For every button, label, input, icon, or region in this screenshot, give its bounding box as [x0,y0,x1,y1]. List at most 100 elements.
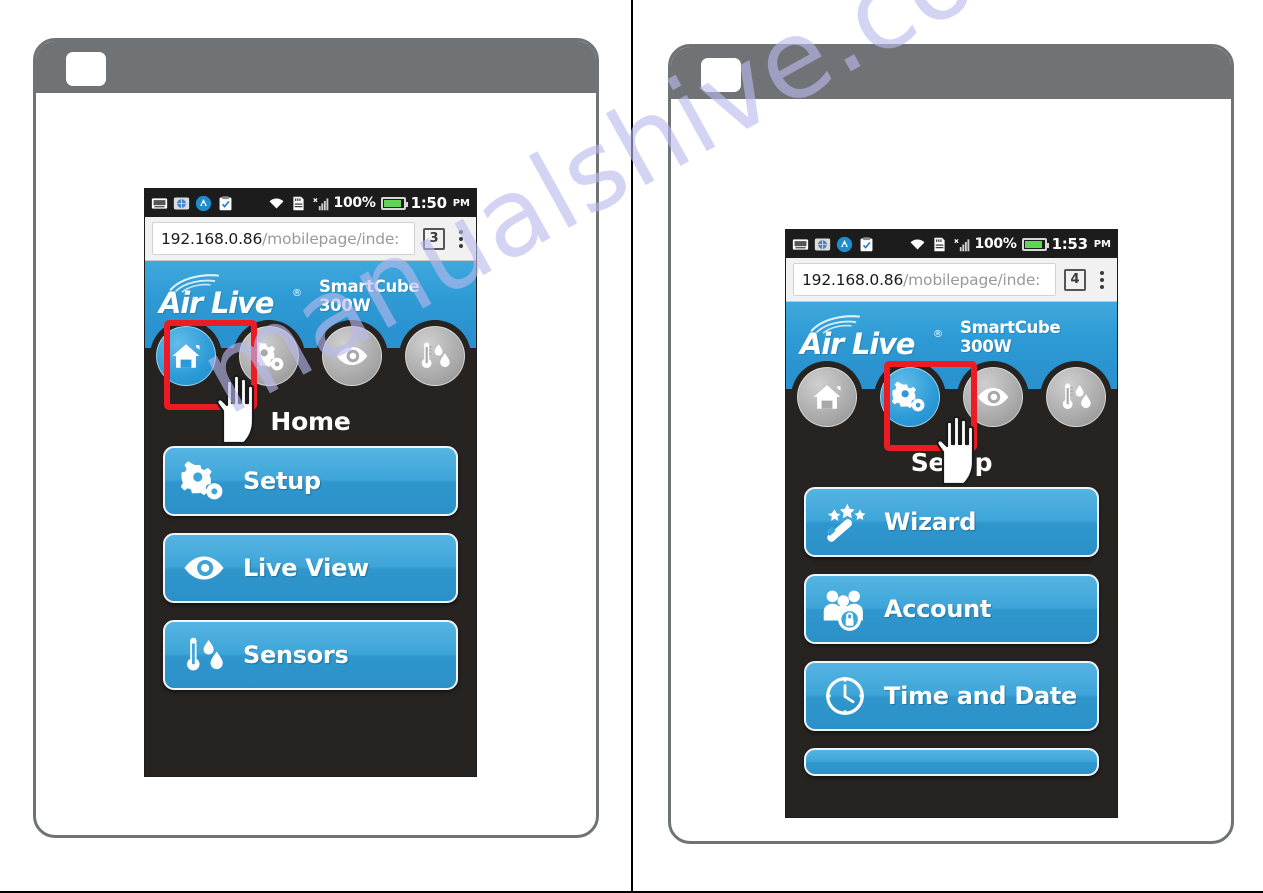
menu-button-label: Account [884,595,992,623]
nav-button-liveview[interactable] [962,367,1023,427]
statusbar-system-icons-right: 100% 1:53 PM [909,235,1111,253]
menu-button-account[interactable]: Account [804,574,1099,644]
sdcard-icon [933,237,945,251]
url-host-text: 192.168.0.86 [161,229,263,248]
clock-label: 1:50 [410,194,447,212]
users-lock-icon [823,590,863,631]
nav-buttons-right [786,367,1117,438]
statusbar-notification-icons-right [792,236,875,253]
airlive-brand-band-left: Air Live ® SmartCube 300W [145,261,476,331]
gear-icon [892,381,925,412]
nav-icon-row-left [145,320,476,445]
sdcard-icon [292,196,304,210]
menu-button-label: Sensors [243,641,349,669]
nav-button-sensors[interactable] [404,326,465,386]
nav-icon-row-right [786,361,1117,486]
section-title-left: Home [270,407,351,436]
thermometer-icon [421,342,450,369]
url-path-text: /mobilepage/inde: [262,229,400,248]
battery-percent-label: 100% [974,236,1017,252]
menu-button-liveview[interactable]: Live View [163,533,458,603]
tab-count-button-left[interactable]: 3 [423,227,445,250]
browser-toolbar-right: 192.168.0.86/mobilepage/inde: 4 [786,258,1117,302]
url-path-text: /mobilepage/inde: [903,270,1041,289]
tab-count-button-right[interactable]: 4 [1064,268,1086,291]
url-input-right[interactable]: 192.168.0.86/mobilepage/inde: [793,263,1056,296]
menu-list-right: Wizard Account Time and Date [786,484,1117,776]
menu-button-label: Setup [243,467,321,495]
menu-button-label: Time and Date [884,682,1078,710]
phone-device-left: 100% 1:50 PM 192.168.0.86/mobilepage/ind… [144,188,477,777]
page-header-bar-left [36,41,596,93]
clock-ampm-label: PM [1093,238,1111,250]
gear-icon [181,461,223,500]
brand-registered-mark: ® [933,329,943,340]
device-model-label: SmartCube 300W [960,318,1061,356]
page-header-bar-right [671,47,1231,99]
home-icon [813,385,841,409]
clipboard-icon [219,195,232,210]
airlive-logo: Air Live ® [159,270,311,322]
gear-icon [251,340,284,371]
keyboard-icon [792,238,809,250]
brand-name-text: Air Live [800,327,915,361]
page-header-box-left [66,52,106,86]
signal-icon [953,238,969,251]
statusbar-system-icons-left: 100% 1:50 PM [268,194,470,212]
brand-registered-mark: ® [292,288,302,299]
menu-button-wizard[interactable]: Wizard [804,487,1099,557]
signal-icon [312,197,328,210]
battery-icon [1021,237,1049,251]
menu-button-time-and-date[interactable]: Time and Date [804,661,1099,731]
eye-icon [977,388,1009,406]
magic-wand-icon [826,503,866,542]
clock-icon [826,677,864,715]
menu-list-left: Setup Live View Sensors [145,443,476,690]
section-title-right: Setup [910,448,993,477]
wifi-icon [910,239,924,250]
phone-screen-left: 100% 1:50 PM 192.168.0.86/mobilepage/ind… [145,189,476,776]
browser-sync-icon [814,238,831,250]
airlive-brand-band-right: Air Live ® SmartCube 300W [786,302,1117,372]
browser-sync-icon [173,197,190,209]
url-host-text: 192.168.0.86 [802,270,904,289]
menu-button-partial[interactable] [804,748,1099,776]
nav-button-liveview[interactable] [321,326,382,386]
nav-button-home[interactable] [156,326,217,386]
menu-button-label: Live View [243,554,369,582]
nav-buttons-left [145,326,476,397]
nav-button-setup[interactable] [880,367,941,427]
statusbar-notification-icons-left [151,195,234,212]
nav-button-home[interactable] [797,367,858,427]
battery-icon [380,196,408,210]
menu-button-sensors[interactable]: Sensors [163,620,458,690]
page-header-box-right [701,58,741,92]
nav-button-setup[interactable] [239,326,300,386]
android-app-icon [195,195,212,211]
airlive-logo: Air Live ® [800,311,952,363]
clock-ampm-label: PM [452,197,470,209]
thermometer-icon [1062,383,1091,410]
menu-button-label: Wizard [884,508,977,536]
clipboard-icon [860,236,873,251]
menu-button-setup[interactable]: Setup [163,446,458,516]
thermometer-icon [187,637,223,671]
battery-percent-label: 100% [333,195,376,211]
kebab-menu-icon[interactable] [453,229,469,248]
clock-label: 1:53 [1051,235,1088,253]
eye-icon [184,556,224,580]
home-icon [172,344,200,368]
url-input-left[interactable]: 192.168.0.86/mobilepage/inde: [152,222,415,255]
android-statusbar-left: 100% 1:50 PM [145,189,476,217]
device-model-label: SmartCube 300W [319,277,420,315]
phone-screen-right: 100% 1:53 PM 192.168.0.86/mobilepage/ind… [786,230,1117,817]
keyboard-icon [151,197,168,209]
android-app-icon [836,236,853,252]
nav-button-sensors[interactable] [1045,367,1106,427]
kebab-menu-icon[interactable] [1094,270,1110,289]
android-statusbar-right: 100% 1:53 PM [786,230,1117,258]
wifi-icon [269,198,283,209]
phone-device-right: 100% 1:53 PM 192.168.0.86/mobilepage/ind… [785,229,1118,818]
browser-toolbar-left: 192.168.0.86/mobilepage/inde: 3 [145,217,476,261]
brand-name-text: Air Live [159,286,274,320]
